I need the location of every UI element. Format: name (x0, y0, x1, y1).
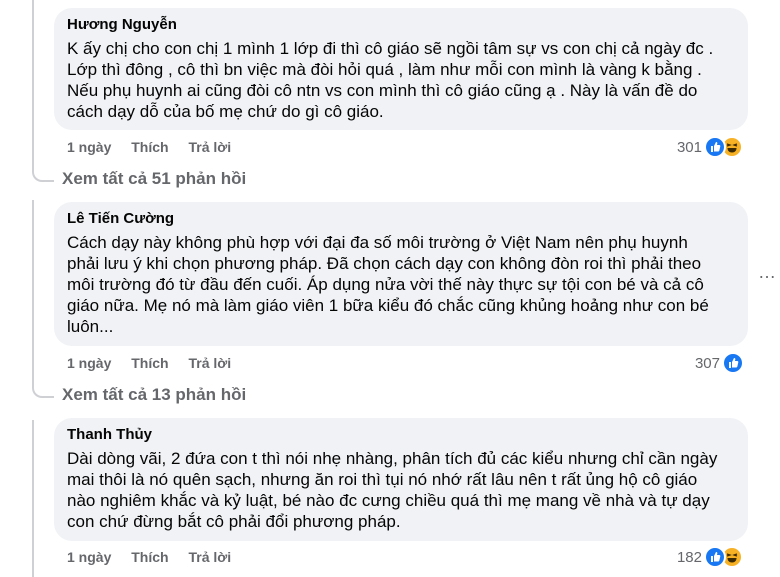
reaction-summary[interactable]: 307 (695, 352, 744, 374)
like-icon (704, 546, 726, 568)
comment-text-line: mai thôi là nó quên sạch, nhưng ăn roi t… (67, 470, 698, 489)
comment-text-line: con chứ đừng bắt cô phải đổi phương pháp… (67, 512, 401, 531)
comment-text-line: phải lưu ý khi chọn phương pháp. Đã chọn… (67, 254, 702, 273)
comment-timestamp[interactable]: 1 ngày (67, 549, 111, 565)
comment-bubble: Hương Nguyễn K ấy chị cho con chị 1 mình… (54, 8, 748, 130)
like-icon (722, 352, 744, 374)
like-button[interactable]: Thích (131, 139, 168, 155)
view-replies-link[interactable]: Xem tất cả 51 phản hồi (62, 169, 246, 189)
comment-text: K ấy chị cho con chị 1 mình 1 lớp đi thì… (67, 38, 735, 122)
thread-line (32, 420, 34, 577)
view-replies-link[interactable]: Xem tất cả 13 phản hồi (62, 385, 246, 405)
comment-text-line: Dài dòng vãi, 2 đứa con t thì nói nhẹ nh… (67, 449, 718, 468)
reply-button[interactable]: Trả lời (188, 549, 231, 565)
comment-text-line: Cách dạy này không phù hợp với đại đa số… (67, 233, 688, 252)
reaction-count: 307 (694, 354, 720, 372)
comment-text: Cách dạy này không phù hợp với đại đa số… (67, 232, 735, 337)
comment-text-line: cách dạy dỗ của bố mẹ chứ do gì cô giáo. (67, 102, 384, 121)
comment-actions: 1 ngày Thích Trả lời (67, 549, 247, 565)
thread-elbow (32, 384, 54, 398)
comment-timestamp[interactable]: 1 ngày (67, 355, 111, 371)
reaction-count: 301 (676, 138, 702, 156)
reaction-summary[interactable]: 301 (677, 136, 743, 158)
comment-text-line: Nếu phụ huynh ai cũng đòi cô ntn vs con … (67, 81, 698, 100)
comment-text: Dài dòng vãi, 2 đứa con t thì nói nhẹ nh… (67, 448, 735, 532)
reply-button[interactable]: Trả lời (188, 355, 231, 371)
comment-bubble: Thanh Thủy Dài dòng vãi, 2 đứa con t thì… (54, 418, 748, 541)
reaction-count: 182 (676, 548, 702, 566)
comment-text-line: luôn... (67, 317, 114, 336)
comment-actions: 1 ngày Thích Trả lời (67, 139, 247, 155)
reply-button[interactable]: Trả lời (188, 139, 231, 155)
thread-line (32, 200, 34, 386)
thread-line (32, 0, 34, 170)
reaction-summary[interactable]: 182 (677, 546, 743, 568)
comment-timestamp[interactable]: 1 ngày (67, 139, 111, 155)
comment-actions: 1 ngày Thích Trả lời (67, 355, 247, 371)
like-button[interactable]: Thích (131, 355, 168, 371)
comment-author[interactable]: Hương Nguyễn (67, 15, 735, 35)
like-button[interactable]: Thích (131, 549, 168, 565)
like-icon (704, 136, 726, 158)
thread-elbow (32, 168, 54, 182)
comment-text-line: Lớp thì đông , cô thì bn việc mà đòi hỏi… (67, 60, 702, 79)
comment-text-line: nào nghiêm khắc và kỷ luật, bé nào đc cư… (67, 491, 710, 510)
comment-author[interactable]: Thanh Thủy (67, 425, 735, 445)
comment-text-line: môi trường đó từ đầu đến cuối. Áp dụng n… (67, 275, 704, 294)
comment-author[interactable]: Lê Tiến Cường (67, 209, 735, 229)
comment-text-line: K ấy chị cho con chị 1 mình 1 lớp đi thì… (67, 39, 714, 58)
comment-bubble: Lê Tiến Cường Cách dạy này không phù hợp… (54, 202, 748, 346)
comment-text-line: giáo nữa. Mẹ nó mà làm giáo viên 1 bữa k… (67, 296, 709, 315)
more-options-icon[interactable]: … (758, 262, 777, 283)
